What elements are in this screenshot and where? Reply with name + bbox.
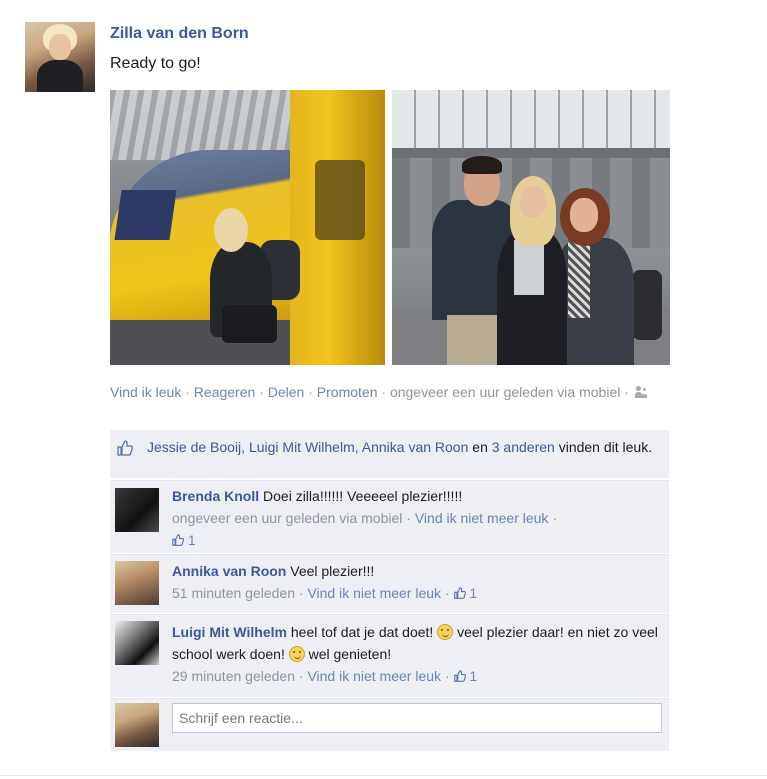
woman-right-face bbox=[570, 198, 598, 232]
person-head bbox=[214, 208, 248, 252]
unlike-link[interactable]: Vind ik niet meer leuk bbox=[307, 585, 441, 601]
separator: · bbox=[298, 668, 304, 684]
smiley-icon bbox=[288, 646, 305, 662]
separator: · bbox=[624, 384, 629, 400]
station-roof bbox=[392, 90, 670, 150]
train-window bbox=[114, 190, 177, 240]
separator: · bbox=[259, 384, 264, 400]
like-link[interactable]: Vind ik leuk bbox=[110, 384, 181, 400]
unlike-link[interactable]: Vind ik niet meer leuk bbox=[307, 668, 441, 684]
friends-icon[interactable] bbox=[634, 386, 649, 398]
avatar-face bbox=[49, 34, 71, 60]
comment-meta: 29 minuten geleden · Vind ik niet meer l… bbox=[172, 668, 477, 684]
comment-author[interactable]: Annika van Roon bbox=[172, 563, 286, 579]
thumbs-up-icon bbox=[117, 440, 133, 456]
comment-meta: ongeveer een uur geleden via mobiel · Vi… bbox=[172, 510, 557, 548]
woman-center-top bbox=[514, 240, 544, 295]
separator: · bbox=[185, 384, 190, 400]
comment-link[interactable]: Reageren bbox=[194, 384, 256, 400]
separator: · bbox=[308, 384, 313, 400]
woman-center-face bbox=[520, 186, 546, 218]
comment-body: Annika van Roon Veel plezier!!! 51 minut… bbox=[172, 560, 662, 604]
smiley-icon bbox=[437, 624, 454, 640]
comment-like-count[interactable]: 1 bbox=[469, 668, 477, 684]
comment-text: Doei zilla!!!!!! Veeeeel plezier!!!!! bbox=[263, 488, 463, 504]
comment-author[interactable]: Brenda Knoll bbox=[172, 488, 259, 504]
post-actions: Vind ik leuk · Reageren · Delen · Promot… bbox=[110, 381, 680, 403]
photo-train-platform[interactable] bbox=[110, 90, 385, 365]
reply-box bbox=[110, 698, 669, 751]
separator: · bbox=[552, 510, 557, 526]
comment-time[interactable]: 51 minuten geleden bbox=[172, 585, 295, 601]
author-avatar[interactable] bbox=[25, 22, 95, 92]
comment-body: Luigi Mit Wilhelm heel tof dat je dat do… bbox=[172, 621, 662, 687]
separator: · bbox=[444, 585, 450, 601]
separator: · bbox=[406, 510, 411, 526]
likes-others-link[interactable]: 3 anderen bbox=[492, 439, 555, 455]
roof-beam bbox=[392, 148, 670, 158]
comment: Annika van Roon Veel plezier!!! 51 minut… bbox=[110, 554, 669, 613]
comment-body: Brenda Knoll Doei zilla!!!!!! Veeeeel pl… bbox=[172, 485, 662, 551]
thumbs-up-icon[interactable] bbox=[453, 587, 466, 599]
man-hair bbox=[462, 156, 502, 174]
promote-link[interactable]: Promoten bbox=[317, 384, 378, 400]
photo-group-station[interactable] bbox=[392, 90, 670, 365]
comment-meta: 51 minuten geleden · Vind ik niet meer l… bbox=[172, 585, 477, 601]
likes-conj: en bbox=[472, 439, 488, 455]
scarf bbox=[568, 238, 590, 318]
comment-text: heel tof dat je dat doet! bbox=[290, 624, 434, 640]
thumbs-up-icon[interactable] bbox=[172, 534, 184, 546]
current-user-avatar[interactable] bbox=[115, 703, 159, 747]
comment-text: Veel plezier!!! bbox=[290, 563, 375, 579]
feedback-section: Jessie de Booij, Luigi Mit Wilhelm, Anni… bbox=[110, 430, 669, 751]
avatar-body bbox=[37, 60, 83, 92]
comment-time[interactable]: 29 minuten geleden bbox=[172, 668, 295, 684]
comment-time[interactable]: ongeveer een uur geleden via mobiel bbox=[172, 510, 402, 526]
post-author[interactable]: Zilla van den Born bbox=[110, 25, 249, 43]
commenter-avatar[interactable] bbox=[115, 621, 159, 665]
post-source[interactable]: mobiel bbox=[579, 384, 620, 400]
separator: · bbox=[381, 384, 387, 400]
likes-text: Jessie de Booij, Luigi Mit Wilhelm, Anni… bbox=[147, 437, 657, 457]
comment-like-count[interactable]: 1 bbox=[469, 585, 477, 601]
post-timestamp[interactable]: ongeveer een uur geleden via bbox=[390, 384, 575, 400]
likes-suffix: vinden dit leuk. bbox=[558, 439, 653, 455]
comment: Luigi Mit Wilhelm heel tof dat je dat do… bbox=[110, 614, 669, 697]
share-link[interactable]: Delen bbox=[268, 384, 305, 400]
commenter-avatar[interactable] bbox=[115, 488, 159, 532]
likes-summary: Jessie de Booij, Luigi Mit Wilhelm, Anni… bbox=[110, 430, 669, 478]
comment-text: wel genieten! bbox=[308, 646, 392, 662]
bag bbox=[222, 305, 277, 343]
separator: · bbox=[444, 668, 450, 684]
thumbs-up-icon[interactable] bbox=[453, 670, 466, 682]
unlike-link[interactable]: Vind ik niet meer leuk bbox=[415, 510, 549, 526]
comment-like-count[interactable]: 1 bbox=[188, 532, 196, 548]
commenter-avatar[interactable] bbox=[115, 561, 159, 605]
likers-names[interactable]: Jessie de Booij, Luigi Mit Wilhelm, Anni… bbox=[147, 439, 468, 455]
separator: · bbox=[298, 585, 304, 601]
divider bbox=[0, 775, 767, 776]
comment-author[interactable]: Luigi Mit Wilhelm bbox=[172, 624, 287, 640]
post-message: Ready to go! bbox=[110, 55, 201, 72]
backpack bbox=[632, 270, 662, 340]
comment-input[interactable] bbox=[172, 703, 662, 733]
comment: Brenda Knoll Doei zilla!!!!!! Veeeeel pl… bbox=[110, 480, 669, 553]
train-window-right bbox=[315, 160, 365, 240]
